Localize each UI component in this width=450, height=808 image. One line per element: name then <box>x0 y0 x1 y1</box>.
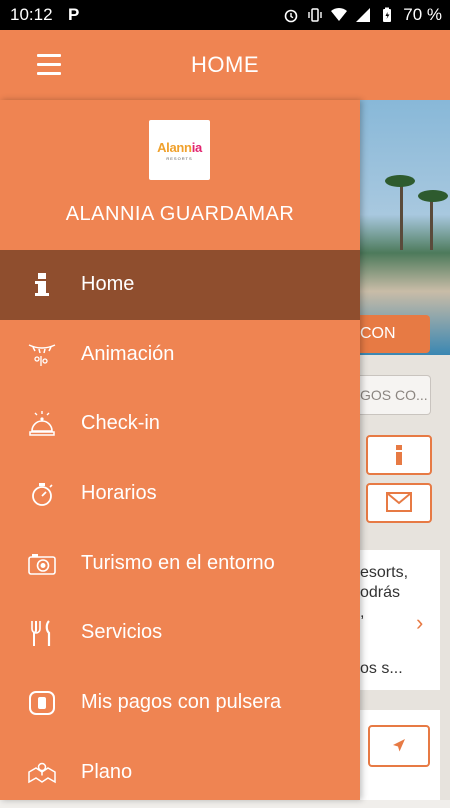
cutlery-icon <box>31 620 51 647</box>
cta-button[interactable]: CON <box>360 315 430 353</box>
navigation-drawer: Alannia RESORTS ALANNIA GUARDAMAR Home A… <box>0 100 360 800</box>
hotel-logo: Alannia RESORTS <box>149 120 210 180</box>
alarm-icon <box>284 9 298 23</box>
menu-item-label: Plano <box>81 760 133 783</box>
vibrate-icon <box>308 8 322 22</box>
menu-item-servicios[interactable]: Servicios <box>0 598 360 668</box>
status-time: 10:12 <box>10 5 53 24</box>
card-text: odrás <box>360 584 401 601</box>
menu-item-turismo[interactable]: Turismo en el entorno <box>0 529 360 599</box>
map-icon <box>28 762 56 784</box>
wristband-icon <box>29 691 55 716</box>
battery-icon <box>383 7 392 22</box>
battery-level: 70 % <box>403 5 442 24</box>
drawer-menu: Home Animación Check-in Horarios Turismo… <box>0 250 360 808</box>
info-square-button[interactable] <box>366 435 432 475</box>
menu-item-checkin[interactable]: Check-in <box>0 389 360 459</box>
signal-icon <box>356 8 371 22</box>
payments-button[interactable]: GOS CO... <box>360 375 431 415</box>
navigation-arrow-icon <box>393 739 405 752</box>
parking-app-icon: P <box>68 5 80 24</box>
mail-square-button[interactable] <box>366 483 432 523</box>
info-icon <box>396 445 402 465</box>
app-bar: HOME <box>0 30 450 100</box>
wifi-icon <box>331 7 348 22</box>
menu-item-pagos-pulsera[interactable]: Mis pagos con pulsera <box>0 668 360 738</box>
chevron-right-icon: › <box>416 610 424 635</box>
card-text: os s... <box>360 660 403 677</box>
card-text: , <box>360 604 365 621</box>
menu-item-animacion[interactable]: Animación <box>0 320 360 390</box>
camera-icon <box>28 553 56 575</box>
navigate-button[interactable] <box>368 725 430 767</box>
card-text: esorts, <box>360 564 409 581</box>
menu-item-label: Mis pagos con pulsera <box>81 691 282 714</box>
menu-item-label: Servicios <box>81 621 163 644</box>
menu-item-label: Horarios <box>81 482 157 505</box>
page-title: HOME <box>191 52 259 77</box>
menu-item-home[interactable]: Home <box>0 250 360 320</box>
hotel-name: ALANNIA GUARDAMAR <box>65 203 295 225</box>
menu-item-plano[interactable]: Plano <box>0 738 360 808</box>
bell-icon <box>29 411 55 437</box>
home-content: CON GOS CO... esorts, odrás , os s... › <box>360 100 450 800</box>
stopwatch-icon <box>32 483 53 506</box>
menu-item-horarios[interactable]: Horarios <box>0 459 360 529</box>
logo-tagline: RESORTS <box>166 156 193 161</box>
menu-item-label: Check-in <box>81 412 160 435</box>
info-card[interactable]: esorts, odrás , os s... › <box>360 550 440 690</box>
menu-item-label: Home <box>81 273 135 295</box>
mail-icon <box>386 492 412 512</box>
menu-item-label: Animación <box>81 342 175 365</box>
menu-item-label: Turismo en el entorno <box>81 551 275 574</box>
info-icon <box>35 273 49 296</box>
party-icon <box>28 344 56 366</box>
logo-brand: Alann <box>157 140 192 155</box>
status-bar: 10:12 P 70 % <box>0 0 450 30</box>
